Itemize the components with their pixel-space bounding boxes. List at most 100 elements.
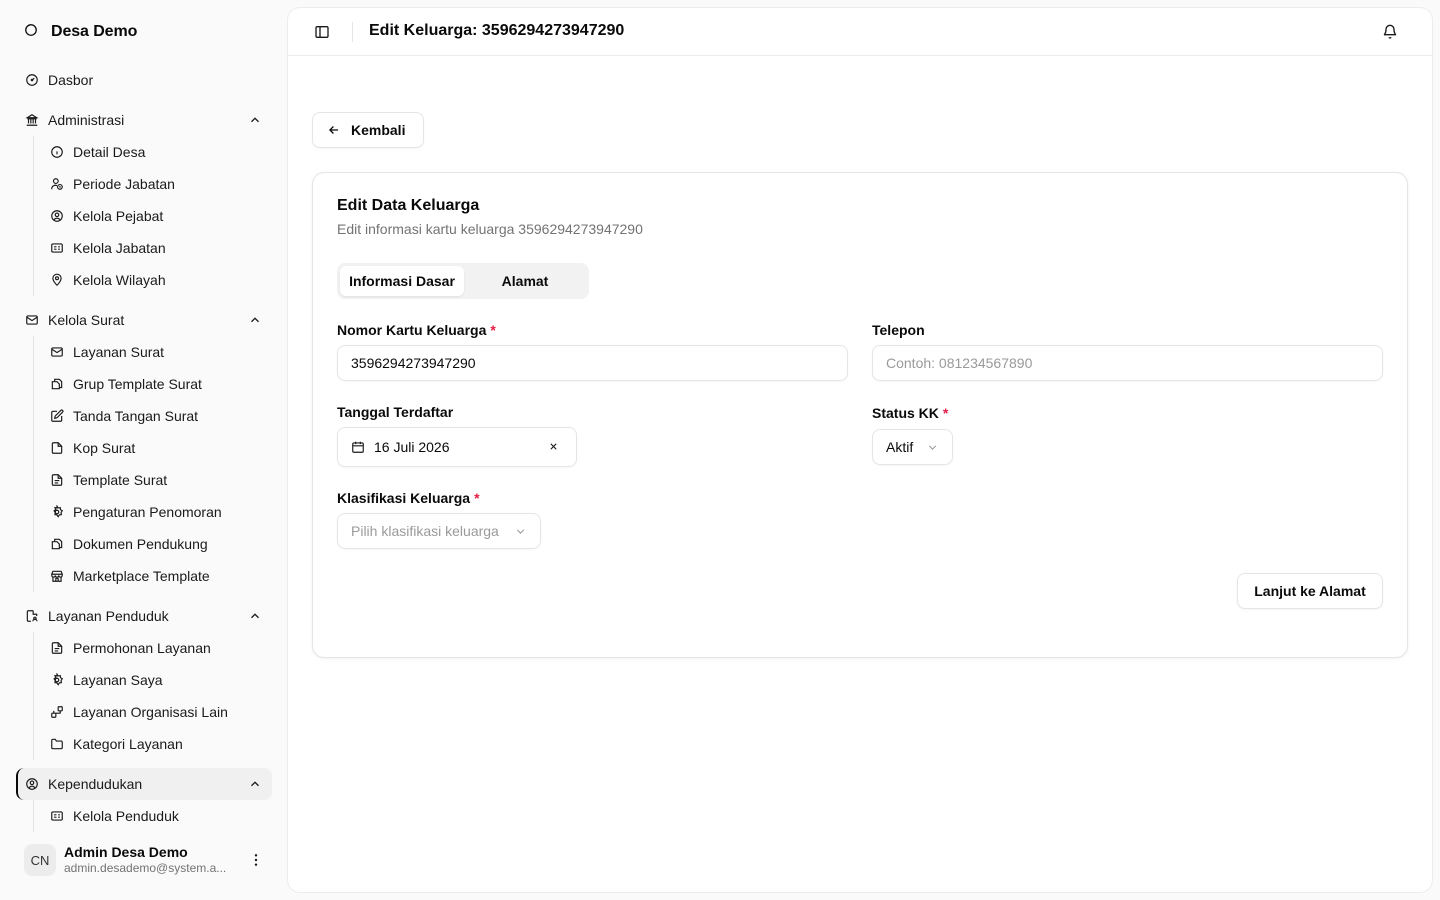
info-icon [50,145,64,159]
user-menu[interactable]: CN Admin Desa Demo admin.desademo@system… [16,836,272,884]
sidebar-item-label: Detail Desa [73,144,146,160]
telepon-input[interactable]: Contoh: 081234567890 [872,345,1383,381]
bell-icon[interactable] [1382,24,1398,40]
sidebar-item-layanan-surat[interactable]: Layanan Surat [34,336,272,368]
brand-name: Desa Demo [51,23,138,40]
nomor-kk-input[interactable]: 3596294273947290 [337,345,848,381]
status-kk-label: Status KK * [872,405,948,421]
mail-icon [25,313,39,327]
sidebar-item-kop-surat[interactable]: Kop Surat [34,432,272,464]
sidebar-group-label: Kelola Surat [48,312,125,328]
avatar: CN [24,844,56,876]
klasifikasi-select[interactable]: Pilih klasifikasi keluarga [337,513,541,549]
sidebar-item-label: Layanan Organisasi Lain [73,704,228,720]
sidebar-item-marketplace-template[interactable]: Marketplace Template [34,560,272,592]
sidebar-item-kelola-wilayah[interactable]: Kelola Wilayah [34,264,272,296]
sidebar-item-dokumen-pendukung[interactable]: Dokumen Pendukung [34,528,272,560]
sidebar-item-label: Pengaturan Penomoran [73,504,222,520]
sidebar-item-label: Dasbor [48,72,94,88]
file-text-icon [50,473,64,487]
tanggal-date-picker[interactable]: 16 Juli 2026 [337,427,577,467]
brand[interactable]: Desa Demo [24,22,137,42]
calendar-icon [351,440,365,454]
sidebar-item-label: Kelola Jabatan [73,240,166,256]
sidebar-item-pengaturan-penomoran[interactable]: Pengaturan Penomoran [34,496,272,528]
telepon-label: Telepon [872,322,925,338]
required-marker: * [490,322,496,338]
sidebar-item-label: Kelola Wilayah [73,272,166,288]
main-panel: Edit Keluarga: 3596294273947290 Kembali … [288,8,1432,892]
page-title: Edit Keluarga: 3596294273947290 [369,22,625,39]
sidebar-group-kelola-surat[interactable]: Kelola Surat [16,304,272,336]
back-button-label: Kembali [351,122,406,138]
tanggal-label-text: Tanggal Terdaftar [337,404,454,420]
sidebar-item-kelola-pejabat[interactable]: Kelola Pejabat [34,200,272,232]
file-icon [50,441,64,455]
sidebar-toggle-icon[interactable] [314,24,330,40]
user-name: Admin Desa Demo [64,843,188,860]
sidebar-item-template-surat[interactable]: Template Surat [34,464,272,496]
tanggal-label: Tanggal Terdaftar [337,404,453,420]
user-clock-icon [50,177,64,191]
sidebar-item-detail-desa[interactable]: Detail Desa [34,136,272,168]
sidebar-group-layanan-penduduk[interactable]: Layanan Penduduk [16,600,272,632]
sidebar-group-kependudukan[interactable]: Kependudukan [16,768,272,800]
user-circle-icon [50,209,64,223]
settings-icon [50,505,64,519]
sidebar-item-tanda-tangan-surat[interactable]: Tanda Tangan Surat [34,400,272,432]
edit-family-card: Edit Data Keluarga Edit informasi kartu … [312,172,1408,658]
sidebar-item-label: Marketplace Template [73,568,210,584]
sidebar-group-label: Kependudukan [48,776,143,792]
tab-alamat[interactable]: Alamat [464,266,586,296]
sidebar-item-layanan-saya[interactable]: Layanan Saya [34,664,272,696]
sidebar-item-layanan-organisasi-lain[interactable]: Layanan Organisasi Lain [34,696,272,728]
sidebar-item-periode-jabatan[interactable]: Periode Jabatan [34,168,272,200]
back-button[interactable]: Kembali [312,112,424,148]
nomor-kk-label: Nomor Kartu Keluarga * [337,322,496,338]
more-vertical-icon[interactable] [248,852,264,868]
sidebar-sublist-kelola-surat: Layanan Surat Grup Template Surat Tanda … [33,336,272,592]
landmark-icon [25,113,39,127]
sidebar-group-administrasi[interactable]: Administrasi [16,104,272,136]
sidebar-item-label: Kelola Penduduk [73,808,179,824]
user-email: admin.desademo@system.a... [64,860,227,875]
map-pin-icon [50,273,64,287]
tab-informasi-dasar[interactable]: Informasi Dasar [340,266,464,296]
sidebar-item-label: Kategori Layanan [73,736,183,752]
clear-icon[interactable] [547,440,560,453]
chevron-up-icon [248,777,262,791]
sidebar-group-label: Layanan Penduduk [48,608,169,624]
sidebar-item-kelola-penduduk[interactable]: Kelola Penduduk [34,800,272,832]
nomor-kk-label-text: Nomor Kartu Keluarga [337,322,487,338]
sidebar-item-label: Tanda Tangan Surat [73,408,199,424]
telepon-placeholder: Contoh: 081234567890 [886,355,1033,371]
status-kk-value: Aktif [886,439,914,455]
klasifikasi-label: Klasifikasi Keluarga * [337,490,480,506]
chevron-down-icon [514,525,527,538]
chevron-down-icon [926,441,939,454]
sidebar-item-permohonan-layanan[interactable]: Permohonan Layanan [34,632,272,664]
status-kk-select[interactable]: Aktif [872,429,953,465]
status-kk-label-text: Status KK [872,405,939,421]
card-title: Edit Data Keluarga [337,197,480,214]
files-icon [50,377,64,391]
files-icon [50,537,64,551]
sidebar-item-label: Periode Jabatan [73,176,175,192]
required-marker: * [942,405,949,421]
sidebar-item-label: Grup Template Surat [73,376,202,392]
circle-logo-icon [24,23,42,41]
sidebar-item-kategori-layanan[interactable]: Kategori Layanan [34,728,272,760]
user-circle-icon [25,777,39,791]
sidebar-item-label: Kop Surat [73,440,136,456]
sidebar-item-dasbor[interactable]: Dasbor [16,64,272,96]
folder-icon [50,737,64,751]
tab-list: Informasi Dasar Alamat [337,263,589,299]
tanggal-value: 16 Juli 2026 [374,439,450,455]
sidebar-item-kelola-jabatan[interactable]: Kelola Jabatan [34,232,272,264]
chevron-up-icon [248,313,262,327]
sidebar-item-grup-template-surat[interactable]: Grup Template Surat [34,368,272,400]
next-to-address-button[interactable]: Lanjut ke Alamat [1237,573,1383,609]
klasifikasi-label-text: Klasifikasi Keluarga [337,490,471,506]
chevron-up-icon [248,113,262,127]
mail-icon [50,345,64,359]
